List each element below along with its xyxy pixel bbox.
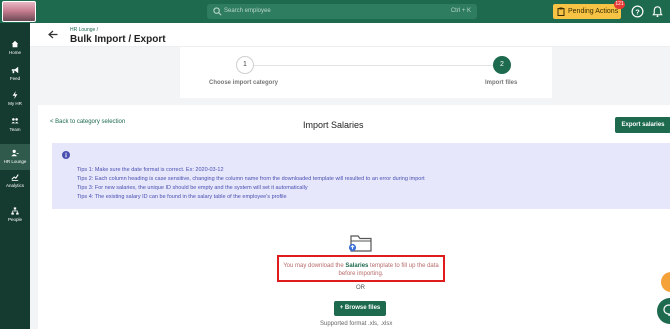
- tips-panel: Tips 1: Make sure the date format is cor…: [52, 143, 670, 209]
- tip-item: Tips 4: The existing salary ID can be fo…: [77, 194, 287, 200]
- users-icon: [11, 149, 19, 157]
- download-msg-text: You may download the: [283, 263, 346, 269]
- sidebar-item-label: My HR: [8, 101, 22, 106]
- bell-icon[interactable]: [651, 5, 664, 18]
- step-1-circle[interactable]: 1: [236, 56, 254, 74]
- tip-item: Tips 3: For new salaries, the unique ID …: [77, 185, 308, 191]
- breadcrumb[interactable]: HR Lounge /: [70, 27, 98, 33]
- sidebar-item-label: Home: [8, 50, 21, 55]
- back-arrow-icon[interactable]: [48, 30, 58, 39]
- home-icon: [11, 40, 19, 48]
- sidebar-item-my-hr[interactable]: My HR: [0, 86, 30, 112]
- sidebar-item-label: HR Lounge: [3, 159, 27, 164]
- supported-format-note: Supported format .xls, .xlsx: [320, 321, 393, 327]
- search-placeholder: Search employee: [224, 8, 271, 14]
- bolt-icon: [12, 91, 18, 99]
- page-header: HR Lounge / Bulk Import / Export: [30, 23, 670, 47]
- salaries-template-link[interactable]: Salaries: [345, 263, 368, 269]
- export-salaries-button[interactable]: Export salaries: [615, 117, 670, 133]
- sidebar-item-label: Analytics: [5, 183, 24, 188]
- sidebar-item-analytics[interactable]: Analytics: [0, 168, 30, 194]
- sidebar-item-feed[interactable]: Feed: [0, 61, 30, 87]
- pending-actions-label: Pending Actions: [568, 8, 619, 15]
- chat-icon: [663, 304, 670, 316]
- search-icon: [213, 7, 222, 16]
- step-2-circle[interactable]: 2: [493, 56, 511, 74]
- pending-actions-button[interactable]: Pending Actions 121: [553, 0, 625, 19]
- svg-text:?: ?: [635, 7, 640, 16]
- sidebar-item-home[interactable]: Home: [0, 35, 30, 61]
- tip-item: Tips 1: Make sure the date format is cor…: [77, 167, 224, 173]
- stepper-connector: [244, 65, 502, 66]
- megaphone-icon: [11, 66, 19, 74]
- clipboard-icon: [557, 7, 565, 16]
- step-2-label: Import files: [485, 80, 518, 86]
- sidebar-item-hr-lounge[interactable]: HR Lounge: [0, 144, 30, 170]
- or-separator: OR: [356, 285, 365, 291]
- search-shortcut: Ctrl + K: [450, 8, 471, 14]
- back-to-category-link[interactable]: < Back to category selection: [50, 119, 125, 125]
- import-stepper: 1 2 Choose import category Import files: [180, 47, 552, 98]
- chart-icon: [11, 174, 19, 181]
- sidebar-item-label: People: [7, 217, 22, 222]
- step-1-label: Choose import category: [209, 80, 279, 86]
- search-box[interactable]: Search employee Ctrl + K: [207, 4, 477, 19]
- sidebar-item-label: Feed: [9, 76, 21, 81]
- import-card: < Back to category selection Import Sala…: [38, 105, 670, 329]
- sidebar-item-people[interactable]: People: [0, 202, 30, 228]
- pending-count-badge: 121: [614, 0, 625, 9]
- page-title: Bulk Import / Export: [70, 34, 166, 45]
- company-logo[interactable]: [2, 1, 36, 22]
- folder-upload-icon: [348, 235, 372, 252]
- tip-item: Tips 2: Each column heading is case sens…: [77, 176, 425, 182]
- team-icon: [11, 118, 19, 124]
- help-icon[interactable]: ?: [631, 5, 644, 18]
- info-icon: [62, 151, 70, 159]
- org-icon: [11, 207, 19, 215]
- import-title: Import Salaries: [303, 120, 364, 130]
- sidebar-item-label: Team: [9, 127, 21, 132]
- browse-files-button[interactable]: + Browse files: [334, 301, 386, 316]
- top-bar: Search employee Ctrl + K Pending Actions…: [0, 0, 670, 23]
- sidebar: Home Feed My HR Team HR Lounge Analytics…: [0, 23, 30, 329]
- sidebar-item-team[interactable]: Team: [0, 112, 30, 138]
- download-template-message: You may download the Salaries template t…: [277, 255, 445, 282]
